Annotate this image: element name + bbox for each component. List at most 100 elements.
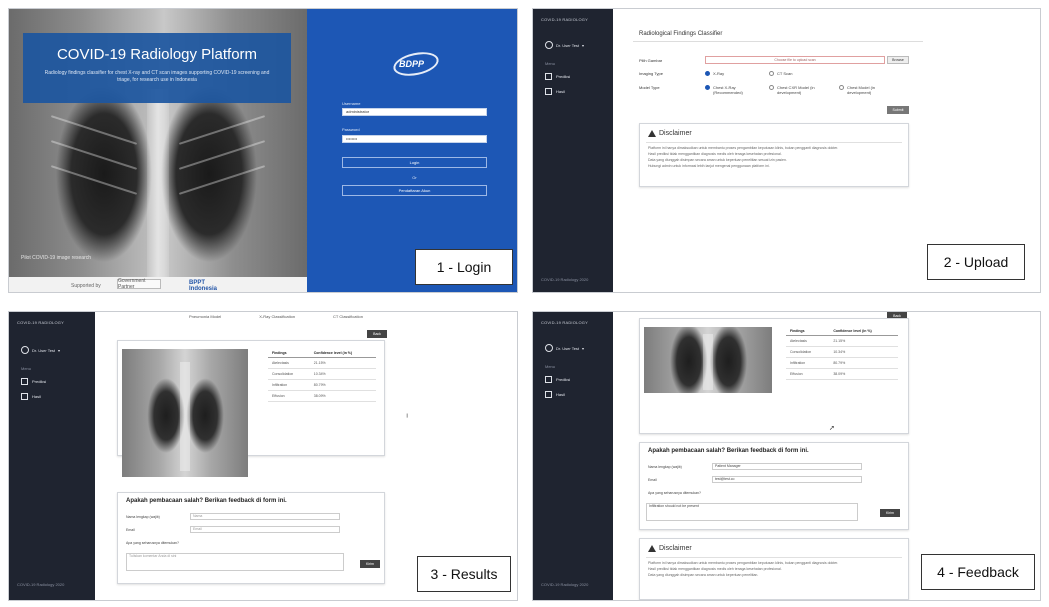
sidebar-item-label: Hasil [32, 394, 41, 399]
login-button[interactable]: Login [342, 157, 487, 168]
table-row: Atelectasis 21.15% [268, 357, 376, 369]
feedback-panel: COVID-19 RADIOLOGY Dr. User Test ▾ Menu … [532, 311, 1041, 601]
result-xray-image [644, 327, 772, 393]
username-label: Username [342, 101, 361, 106]
feedback-email-label: Email [648, 478, 657, 482]
partner-logo-a: Government Partner [117, 278, 161, 290]
result-card: Findings Confidence level (in %) Atelect… [117, 340, 385, 477]
cursor-icon: ➚ [829, 425, 835, 432]
user-menu[interactable]: Dr. User Test ▾ [545, 41, 584, 49]
tab-pneumonia[interactable]: Pneumonia Model [189, 314, 221, 319]
disclaimer-title: Disclaimer [659, 130, 692, 137]
sidebar-item-label: Prediksi [556, 74, 571, 79]
sidebar-item-hasil[interactable]: Hasil [21, 393, 41, 400]
send-button[interactable]: Kirim [360, 560, 380, 568]
radio-ctscan[interactable]: CT Scan [769, 71, 793, 76]
login-panel: COVID-19 Radiology Platform Radiology fi… [8, 8, 518, 293]
table-row: Atelectasis 21.15% [786, 335, 898, 347]
send-button[interactable]: Kirim [880, 509, 900, 517]
user-avatar-icon [545, 41, 553, 49]
disclaimer-line: Hasil prediksi tidak menggantikan diagno… [648, 567, 782, 571]
radio-model-dev[interactable]: Chest Model (in development) [839, 85, 899, 95]
sidebar-item-hasil[interactable]: Hasil [545, 391, 565, 398]
sidebar-item-label: Prediksi [32, 379, 47, 384]
sidebar-item-label: Prediksi [556, 377, 571, 382]
disclaimer-line: Data yang diunggah disimpan secara aman … [648, 158, 787, 162]
radio-xray[interactable]: X-Ray [705, 71, 724, 76]
feedback-card: Apakah pembacaan salah? Berikan feedback… [117, 492, 385, 584]
document-icon [21, 393, 28, 400]
result-card: Findings Confidence level (in %) Atelect… [639, 318, 909, 434]
or-text: Or [412, 175, 417, 180]
prediction-icon [545, 73, 552, 80]
menu-label: Menu [21, 366, 32, 371]
feedback-name-label: Nama lengkap (wajib) [126, 515, 160, 519]
username-input[interactable]: administrator [342, 108, 487, 116]
disclaimer-line: Hubungi admin untuk informasi lebih lanj… [648, 164, 770, 168]
file-input[interactable]: Choose file to upload scan [705, 56, 885, 64]
col-findings: Findings [268, 349, 310, 358]
step-label-login: 1 - Login [415, 249, 513, 285]
feedback-email-input[interactable]: test@test.co [712, 476, 862, 483]
feedback-comment-textarea[interactable]: Tuliskan komentar Anda di sini [126, 553, 344, 571]
col-confidence: Confidence level (in %) [309, 349, 376, 358]
submit-button[interactable]: Submit [887, 106, 909, 114]
platform-subtitle: Radiology findings classifier for chest … [44, 70, 270, 83]
sidebar-footer: COVID-19 Radiology 2020 [541, 277, 589, 282]
feedback-comment-textarea[interactable]: Infiltration should not be present [646, 503, 858, 521]
sidebar-item-prediksi[interactable]: Prediksi [21, 378, 46, 385]
platform-title-banner: COVID-19 Radiology Platform Radiology fi… [23, 33, 291, 103]
back-button[interactable]: Back [367, 330, 387, 338]
model-tabs: Pneumonia Model X-Ray Classification CT … [189, 314, 363, 319]
feedback-email-label: Email [126, 528, 135, 532]
app-brand: COVID-19 RADIOLOGY [541, 17, 588, 22]
bdp-logo-text: BDPP [399, 59, 425, 69]
chevron-down-icon: ▾ [582, 42, 585, 48]
disclaimer-title: Disclaimer [659, 545, 692, 552]
tab-ct[interactable]: CT Classification [333, 314, 363, 319]
menu-label: Menu [545, 61, 556, 66]
sidebar-item-label: Hasil [556, 89, 565, 94]
sidebar-item-label: Hasil [556, 392, 565, 397]
user-menu[interactable]: Dr. User Test ▾ [21, 346, 60, 354]
table-row: Consolidation 10.34% [268, 368, 376, 380]
file-label: Pilih Gambar [639, 58, 663, 63]
col-findings: Findings [786, 327, 830, 336]
register-button[interactable]: Pendaftaran Akun [342, 185, 487, 196]
step-label-upload: 2 - Upload [927, 244, 1025, 280]
sidebar-item-prediksi[interactable]: Prediksi [545, 73, 570, 80]
menu-label: Menu [545, 364, 556, 369]
sidebar-item-prediksi[interactable]: Prediksi [545, 376, 570, 383]
radio-model-cxr-dev[interactable]: Chest CXR Model (in development) [769, 85, 829, 95]
feedback-comment-label: Apa yang seharusnya ditemukan? [648, 491, 701, 495]
disclaimer-line: Platform ini hanya dimaksudkan untuk mem… [648, 146, 839, 150]
sidebar-item-hasil[interactable]: Hasil [545, 88, 565, 95]
feedback-email-input[interactable]: Email [190, 526, 340, 533]
radio-model-cxr[interactable]: Chest X-Ray (Recommended) [705, 85, 765, 95]
col-confidence: Confidence level (in %) [829, 327, 898, 336]
user-name: Dr. User Test [556, 42, 580, 48]
table-row: Effusion 38.09% [786, 368, 898, 380]
chevron-down-icon: ▾ [58, 347, 61, 353]
warning-icon [648, 545, 656, 552]
model-type-label: Model Type [639, 85, 660, 90]
feedback-name-input[interactable]: Patient Manager [712, 463, 862, 470]
feedback-name-input[interactable]: Nama [190, 513, 340, 520]
result-xray-image [122, 349, 248, 477]
findings-table: Findings Confidence level (in %) Atelect… [786, 327, 898, 380]
table-row: Consolidation 10.34% [786, 346, 898, 358]
app-brand: COVID-19 RADIOLOGY [541, 320, 588, 325]
upload-panel: COVID-19 RADIOLOGY Dr. User Test ▾ Menu … [532, 8, 1041, 293]
document-icon [545, 88, 552, 95]
user-avatar-icon [21, 346, 29, 354]
sidebar: COVID-19 RADIOLOGY Dr. User Test ▾ Menu … [9, 312, 95, 600]
browse-button[interactable]: Browse [887, 56, 909, 64]
storyboard: COVID-19 Radiology Platform Radiology fi… [0, 0, 1049, 607]
disclaimer-card: Disclaimer Platform ini hanya dimaksudka… [639, 123, 909, 187]
step-label-results: 3 - Results [417, 556, 511, 592]
sidebar-footer: COVID-19 Radiology 2020 [17, 582, 65, 587]
app-brand: COVID-19 RADIOLOGY [17, 320, 64, 325]
tab-xray[interactable]: X-Ray Classification [259, 314, 295, 319]
password-input[interactable]: •••••••• [342, 135, 487, 143]
user-menu[interactable]: Dr. User Test ▾ [545, 344, 584, 352]
